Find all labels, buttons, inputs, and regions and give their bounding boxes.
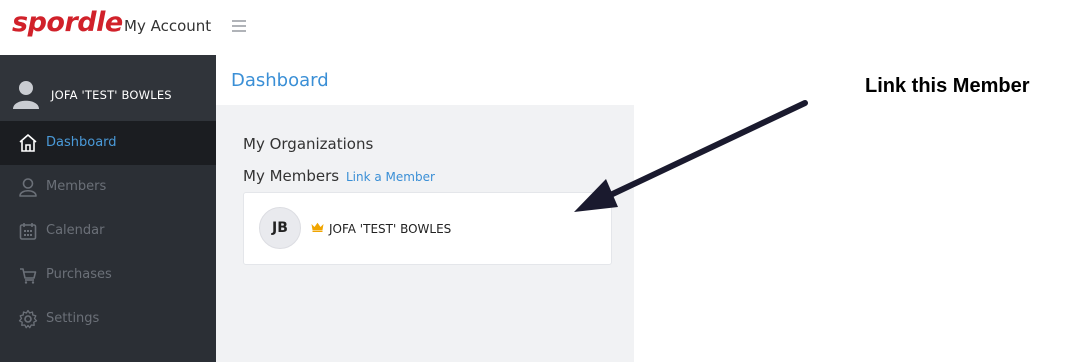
sidebar-item-dashboard[interactable]: Dashboard	[0, 121, 216, 165]
sidebar-item-members[interactable]: Members	[0, 165, 216, 209]
calendar-icon	[19, 223, 37, 240]
cart-icon	[20, 268, 37, 284]
annotation-arrow-icon	[574, 100, 808, 212]
member-card[interactable]: JB JOFA 'TEST' BOWLES	[243, 192, 612, 265]
member-avatar: JB	[259, 207, 301, 249]
gear-icon	[18, 309, 38, 329]
user-avatar-icon	[13, 81, 39, 109]
sidebar-item-settings[interactable]: Settings	[0, 297, 216, 341]
my-organizations-title: My Organizations	[243, 135, 374, 153]
crown-icon	[311, 222, 324, 232]
my-members-title: My Members	[243, 167, 340, 185]
page-title: Dashboard	[231, 70, 329, 91]
hamburger-icon[interactable]	[232, 20, 246, 32]
sidebar-item-label: Members	[46, 179, 107, 194]
sidebar-item-label: Purchases	[46, 267, 112, 282]
spordle-logo[interactable]: spordle	[12, 8, 123, 38]
sidebar-item-purchases[interactable]: Purchases	[0, 253, 216, 297]
sidebar-user-header[interactable]: JOFA 'TEST' BOWLES	[0, 55, 216, 121]
annotation-text: Link this Member	[865, 75, 1030, 97]
home-icon	[19, 134, 37, 152]
user-icon	[19, 178, 37, 197]
sidebar: JOFA 'TEST' BOWLES Dashboard Members Cal…	[0, 55, 216, 362]
member-name: JOFA 'TEST' BOWLES	[329, 222, 452, 236]
sidebar-item-calendar[interactable]: Calendar	[0, 209, 216, 253]
sidebar-user-name: JOFA 'TEST' BOWLES	[51, 88, 172, 102]
sidebar-item-label: Settings	[46, 311, 100, 326]
app-title: My Account	[124, 17, 212, 35]
sidebar-item-label: Calendar	[46, 223, 105, 238]
top-bar: spordle My Account	[0, 0, 640, 55]
link-a-member-link[interactable]: Link a Member	[346, 170, 435, 184]
sidebar-item-label: Dashboard	[46, 135, 117, 150]
